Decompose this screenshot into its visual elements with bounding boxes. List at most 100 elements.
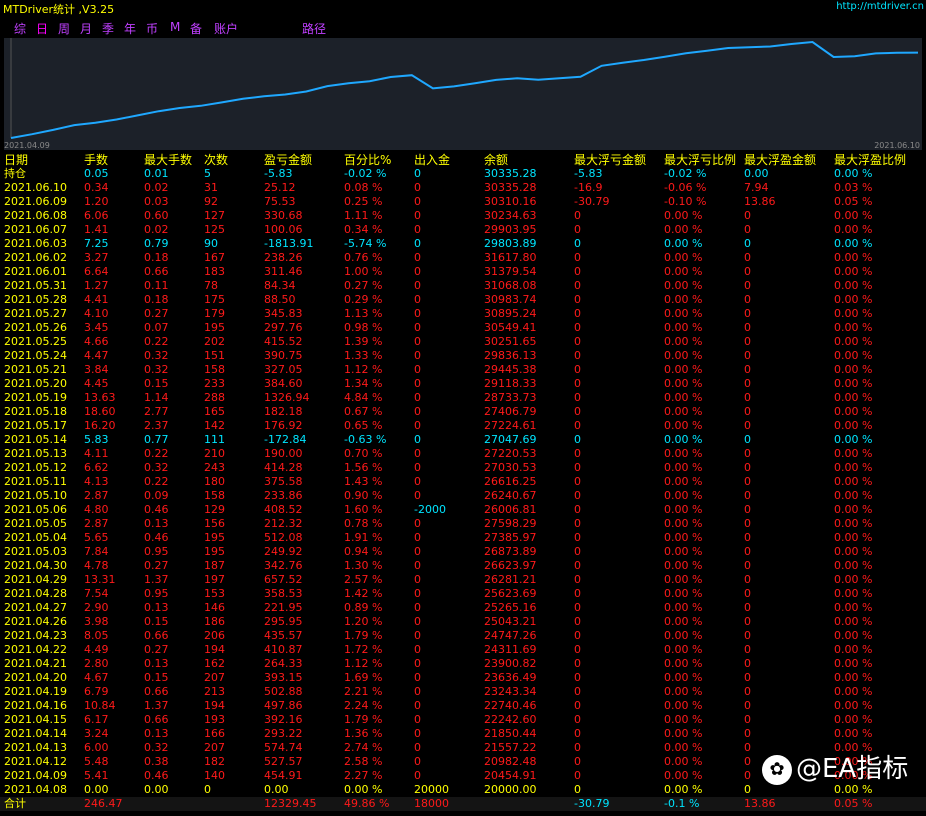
table-row: 2021.04.19 6.79 0.66 213 502.88 2.21 % 0 23243.… [0,685,926,699]
cell: 0.77 [144,433,169,446]
cell: 179 [204,307,225,320]
cell: 0 [574,587,581,600]
cell: 0 [414,517,421,530]
cell: 0.00 % [664,727,703,740]
col-header-4[interactable]: 盈亏金额 [264,153,312,167]
cell: 0.00 % [664,433,703,446]
title-bar: MTDriver统计 ,V3.25 http://mtdriver.cn [0,0,926,16]
col-header-11[interactable]: 最大浮盈比例 [834,153,906,167]
cell: 1.43 % [344,475,383,488]
cell: 0 [574,209,581,222]
cell: 0.00 % [664,363,703,376]
cell: 0 [574,475,581,488]
col-header-1[interactable]: 手数 [84,153,108,167]
total-cell: 49.86 % [344,797,390,810]
col-header-2[interactable]: 最大手数 [144,153,192,167]
cell: 0 [744,643,751,656]
col-header-8[interactable]: 最大浮亏金额 [574,153,646,167]
cell: 2.57 % [344,573,383,586]
cell: 0 [574,237,581,250]
row-date: 2021.06.01 [4,265,67,278]
tab-4[interactable]: 季 [102,20,114,37]
row-date: 2021.05.25 [4,335,67,348]
cell: 0.13 [144,517,169,530]
cell: 0 [574,769,581,782]
col-header-10[interactable]: 最大浮盈金额 [744,153,816,167]
cell: 7.84 [84,545,109,558]
website-link[interactable]: http://mtdriver.cn [836,1,924,12]
total-label: 合计 [4,797,26,810]
cell: 0.32 [144,349,169,362]
col-header-9[interactable]: 最大浮亏比例 [664,153,736,167]
cell: 1.91 % [344,531,383,544]
row-date: 2021.04.20 [4,671,67,684]
cell: 0 [744,629,751,642]
tab-9[interactable]: 账户 [214,20,238,37]
cell: 0 [414,545,421,558]
daily-stats-table: 日期 手数 最大手数 次数 盈亏金额 百分比% 出入金 余额 最大浮亏金额 最大浮亏比例 最大浮盈金… [0,153,926,811]
cell: 4.78 [84,559,109,572]
table-row: 2021.05.13 4.11 0.22 210 190.00 0.70 % 0 27220.… [0,447,926,461]
app-title: MTDriver统计 ,V3.25 [3,3,115,16]
row-date: 2021.05.26 [4,321,67,334]
cell: 30335.28 [484,167,537,180]
cell: 0.00 % [834,559,873,572]
tab-10[interactable]: 路径 [302,20,326,37]
col-header-6[interactable]: 出入金 [414,153,450,167]
cell: 0.66 [144,685,169,698]
cell: 5.41 [84,769,109,782]
col-header-0[interactable]: 日期 [4,153,28,167]
cell: 0.00 [264,783,289,796]
cell: 0.00 % [834,615,873,628]
cell: 0.27 [144,643,169,656]
cell: 0.15 [144,615,169,628]
cell: 0 [744,405,751,418]
cell: 0.00 % [834,391,873,404]
cell: 0 [574,321,581,334]
tab-6[interactable]: 币 [146,20,158,37]
cell: 390.75 [264,349,303,362]
row-date: 2021.04.23 [4,629,67,642]
tab-2[interactable]: 周 [58,20,70,37]
tab-7[interactable]: M [170,20,180,34]
col-header-5[interactable]: 百分比% [344,153,391,167]
cell: 0.00 % [834,643,873,656]
cell: 0 [744,265,751,278]
row-date: 2021.04.12 [4,755,67,768]
cell: 84.34 [264,279,296,292]
cell: 28733.73 [484,391,537,404]
table-row: 2021.04.08 0.00 0.00 0 0.00 0.00 % 20000 20000.… [0,783,926,797]
tab-5[interactable]: 年 [124,20,136,37]
cell: 0 [744,391,751,404]
cell: 0 [414,181,421,194]
cell: 0 [414,279,421,292]
cell: 0.00 % [834,237,873,250]
cell: 0.34 [84,181,109,194]
tab-0[interactable]: 综 [14,20,26,37]
cell: 30335.28 [484,181,537,194]
cell: 0.05 [84,167,109,180]
cell: 0 [744,223,751,236]
cell: 27598.29 [484,517,537,530]
cell: 0 [204,783,211,796]
cell: 0.22 [144,447,169,460]
row-date: 2021.05.04 [4,531,67,544]
cell: 0 [414,447,421,460]
tab-8[interactable]: 备 [190,20,202,37]
cell: 414.28 [264,461,303,474]
cell: 0 [414,335,421,348]
row-date: 2021.04.26 [4,615,67,628]
total-cell: 12329.45 [264,797,317,810]
cell: 0 [744,475,751,488]
table-row: 2021.05.11 4.13 0.22 180 375.58 1.43 % 0 26616.… [0,475,926,489]
tab-3[interactable]: 月 [80,20,92,37]
cell: 0.00 % [834,727,873,740]
cell: 657.52 [264,573,303,586]
tab-1[interactable]: 日 [36,20,48,37]
table-row: 2021.06.01 6.64 0.66 183 311.46 1.00 % 0 31379.… [0,265,926,279]
cell: 0 [414,769,421,782]
cell: 1.34 % [344,377,383,390]
col-header-7[interactable]: 余额 [484,153,508,167]
cell: 0.60 [144,209,169,222]
col-header-3[interactable]: 次数 [204,153,228,167]
